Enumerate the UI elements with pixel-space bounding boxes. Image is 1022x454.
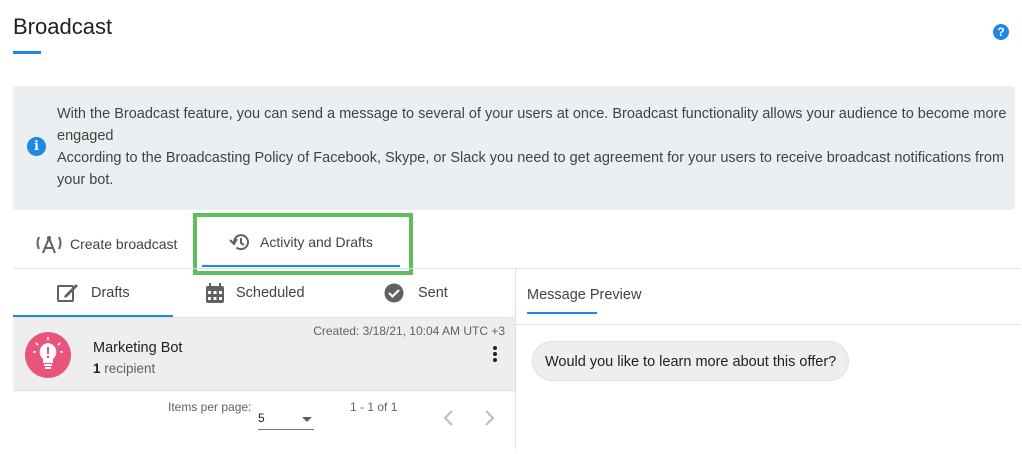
draft-recipients: 1 recipient [93, 361, 155, 376]
info-text: With the Broadcast feature, you can send… [57, 103, 1007, 191]
edit-icon [57, 283, 79, 303]
avatar [25, 332, 71, 378]
recipient-label: recipient [104, 361, 156, 376]
preview-title: Message Preview [527, 287, 642, 303]
preview-divider [516, 324, 1020, 325]
next-page-icon[interactable] [481, 408, 497, 428]
preview-message-bubble: Would you like to learn more about this … [532, 341, 850, 381]
draft-name: Marketing Bot [93, 340, 183, 356]
subtab-scheduled-label: Scheduled [236, 285, 305, 301]
info-banner: i With the Broadcast feature, you can se… [13, 86, 1015, 210]
subtab-scheduled[interactable]: Scheduled [206, 269, 305, 317]
lightbulb-icon [33, 337, 63, 369]
subtab-drafts[interactable]: Drafts [57, 269, 130, 317]
more-vert-icon[interactable] [492, 346, 498, 364]
panel-divider [515, 269, 516, 449]
recipient-count: 1 [93, 361, 101, 376]
items-per-page-label: Items per page: [168, 400, 252, 414]
draft-created: Created: 3/18/21, 10:04 AM UTC +3 [313, 324, 505, 338]
caret-down-icon [302, 417, 312, 422]
check-circle-icon [384, 283, 404, 303]
tab-create-label: Create broadcast [70, 236, 178, 252]
tab-create-broadcast[interactable]: Create broadcast [36, 232, 177, 256]
items-per-page-select[interactable]: 5 [258, 411, 314, 430]
info-line-2: According to the Broadcasting Policy of … [57, 150, 1005, 188]
subtab-sent[interactable]: Sent [384, 269, 448, 317]
highlight-box [193, 213, 413, 275]
preview-title-indicator [527, 312, 597, 314]
subtab-sent-label: Sent [418, 285, 448, 301]
title-underline [13, 51, 41, 54]
page-title: Broadcast [13, 14, 113, 39]
info-icon: i [27, 137, 46, 156]
pagination-range: 1 - 1 of 1 [350, 400, 398, 414]
draft-row[interactable]: Marketing Bot 1 recipient Created: 3/18/… [13, 318, 515, 390]
help-icon[interactable]: ? [993, 24, 1009, 40]
subtab-drafts-label: Drafts [91, 285, 130, 301]
previous-page-icon[interactable] [441, 408, 457, 428]
items-per-page-value: 5 [258, 411, 265, 425]
info-line-1: With the Broadcast feature, you can send… [57, 106, 1007, 144]
row-divider [13, 390, 515, 391]
drafts-panel: Drafts Scheduled Sent Marketing Bot 1 re… [13, 269, 515, 449]
broadcast-antenna-icon [36, 234, 62, 254]
calendar-icon [206, 283, 224, 303]
